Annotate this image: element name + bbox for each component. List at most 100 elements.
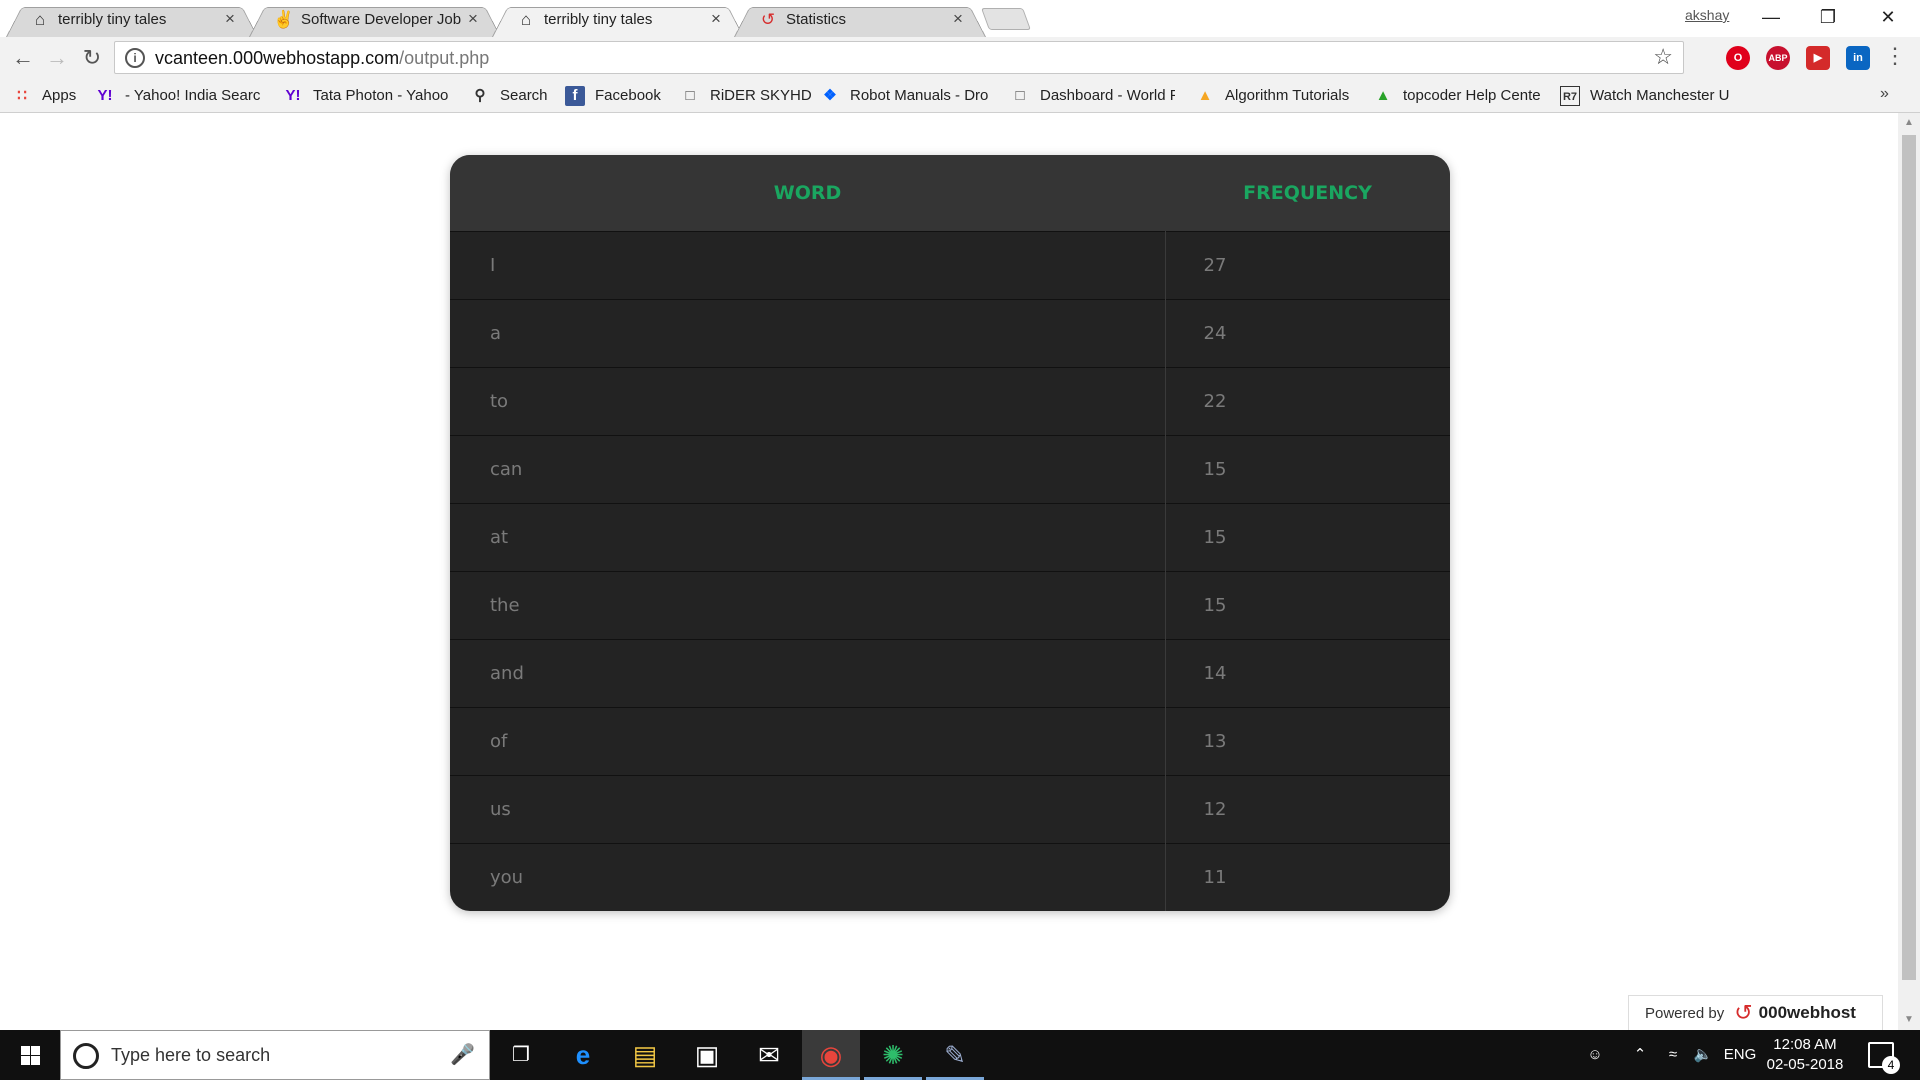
topcoder-icon: ▲ bbox=[1197, 86, 1213, 104]
scrollbar-thumb[interactable] bbox=[1902, 135, 1916, 980]
frequency-cell: 14 bbox=[1165, 638, 1450, 707]
scroll-up-arrow-icon[interactable]: ▲ bbox=[1898, 113, 1920, 133]
table-row: us 12 bbox=[450, 774, 1450, 843]
topcoder-icon: ▲ bbox=[1375, 86, 1391, 104]
bookmark-label: RiDER SKYHD bbox=[710, 87, 812, 104]
page-icon: □ bbox=[685, 86, 695, 104]
bookmark-robot-manuals[interactable]: ❖ Robot Manuals - Dro bbox=[820, 79, 995, 112]
scroll-down-arrow-icon[interactable]: ▼ bbox=[1898, 1010, 1920, 1030]
vertical-scrollbar[interactable]: ▲ ▼ bbox=[1898, 113, 1920, 1030]
volume-icon[interactable]: 🔈 bbox=[1688, 1030, 1718, 1080]
bookmark-topcoder-help[interactable]: ▲ topcoder Help Cente bbox=[1373, 79, 1548, 112]
word-cell: the bbox=[450, 570, 1166, 639]
bookmark-label: topcoder Help Cente bbox=[1403, 87, 1541, 104]
sync-app-icon[interactable]: ✺ bbox=[864, 1030, 922, 1080]
word-cell: to bbox=[450, 366, 1166, 435]
bookmark-search[interactable]: ⚲ Search bbox=[470, 79, 560, 112]
mail-icon[interactable]: ✉ bbox=[740, 1030, 798, 1080]
people-icon[interactable]: ☺ bbox=[1580, 1030, 1610, 1080]
word-cell: us bbox=[450, 774, 1166, 843]
language-indicator[interactable]: ENG bbox=[1720, 1030, 1760, 1080]
edge-icon[interactable]: e bbox=[554, 1030, 612, 1080]
bookmark-star-icon[interactable]: ☆ bbox=[1653, 44, 1673, 70]
r7-icon: R7 bbox=[1560, 85, 1580, 106]
store-icon[interactable]: ▣ bbox=[678, 1030, 736, 1080]
bookmark-apps[interactable]: ∷ Apps bbox=[12, 79, 92, 112]
show-hidden-icons-icon[interactable]: ⌃ bbox=[1625, 1030, 1655, 1080]
reload-icon[interactable]: ↻ bbox=[77, 43, 107, 73]
tab-1[interactable]: ⌂ terribly tiny tales × bbox=[6, 2, 258, 37]
more-menu-icon[interactable]: ⋮ bbox=[1884, 43, 1906, 69]
bookmark-label: Tata Photon - Yahoo bbox=[313, 87, 448, 104]
home-icon: ⌂ bbox=[520, 10, 532, 29]
tab-3-active[interactable]: ⌂ terribly tiny tales × bbox=[492, 2, 744, 37]
bookmark-watch-manchester[interactable]: R7 Watch Manchester U bbox=[1560, 79, 1735, 112]
word-cell: you bbox=[450, 842, 1166, 911]
bookmark-rider-skyhd[interactable]: □ RiDER SKYHD bbox=[680, 79, 815, 112]
bookmark-label: Algorithm Tutorials bbox=[1225, 87, 1350, 104]
paint-icon[interactable]: ✎ bbox=[926, 1030, 984, 1080]
word-cell: can bbox=[450, 434, 1166, 503]
table-row: the 15 bbox=[450, 570, 1450, 639]
yahoo-icon: Y! bbox=[285, 86, 301, 104]
bookmarks-overflow-icon[interactable]: » bbox=[1880, 85, 1889, 103]
yahoo-icon: Y! bbox=[97, 86, 113, 104]
chrome-icon[interactable]: ◉ bbox=[802, 1030, 860, 1080]
page-content: WORD FREQUENCY I 27 a 24 to 22 can 15 at… bbox=[0, 113, 1898, 1030]
powered-by-brand: 000webhost bbox=[1758, 1003, 1856, 1022]
search-placeholder: Type here to search bbox=[111, 1045, 271, 1065]
tab-title: terribly tiny tales bbox=[544, 11, 653, 28]
powered-by-badge[interactable]: Powered by ↺ 000webhost bbox=[1628, 995, 1883, 1030]
dropbox-icon: ❖ bbox=[823, 86, 837, 104]
bookmark-tata-photon[interactable]: Y! Tata Photon - Yahoo bbox=[283, 79, 453, 112]
back-arrow-icon[interactable]: ← bbox=[8, 43, 38, 73]
minimize-button[interactable]: — bbox=[1743, 0, 1799, 35]
new-tab-button[interactable] bbox=[980, 8, 1032, 30]
table-row: at 15 bbox=[450, 502, 1450, 571]
clock-time: 12:08 AM bbox=[1773, 1036, 1837, 1053]
notification-count: 4 bbox=[1882, 1056, 1900, 1074]
start-button[interactable] bbox=[0, 1030, 60, 1080]
clock[interactable]: 12:08 AM 02-05-2018 bbox=[1760, 1035, 1850, 1075]
word-column-header: WORD bbox=[450, 155, 1165, 231]
bookmark-algorithm-tutorials[interactable]: ▲ Algorithm Tutorials bbox=[1195, 79, 1365, 112]
task-view-icon[interactable]: ❐ bbox=[492, 1030, 550, 1080]
close-icon[interactable]: × bbox=[463, 8, 483, 30]
close-icon[interactable]: × bbox=[706, 8, 726, 30]
url-path: /output.php bbox=[399, 48, 490, 68]
media-extension-icon[interactable]: ▶ bbox=[1806, 46, 1830, 70]
info-icon[interactable]: i bbox=[125, 48, 145, 68]
table-row: of 13 bbox=[450, 706, 1450, 775]
file-explorer-icon[interactable]: ▤ bbox=[616, 1030, 674, 1080]
bookmark-dashboard[interactable]: □ Dashboard - World F bbox=[1010, 79, 1180, 112]
powered-by-label: Powered by bbox=[1645, 1004, 1725, 1022]
restore-button[interactable]: ❐ bbox=[1800, 0, 1856, 35]
close-window-button[interactable]: ✕ bbox=[1860, 0, 1916, 35]
microphone-icon[interactable]: 🎤 bbox=[450, 1042, 475, 1067]
close-icon[interactable]: × bbox=[220, 8, 240, 30]
tab-strip: ⌂ terribly tiny tales × ✌ Software Devel… bbox=[0, 0, 1920, 37]
frequency-table-card: WORD FREQUENCY I 27 a 24 to 22 can 15 at… bbox=[450, 155, 1450, 911]
home-icon: ⌂ bbox=[34, 10, 46, 29]
close-icon[interactable]: × bbox=[948, 8, 968, 30]
forward-arrow-icon[interactable]: → bbox=[42, 43, 72, 73]
tab-4[interactable]: ↺ Statistics × bbox=[734, 2, 986, 37]
opera-extension-icon[interactable]: O bbox=[1726, 46, 1750, 70]
bookmark-label: - Yahoo! India Searc bbox=[125, 87, 260, 104]
bookmarks-bar: ∷ Apps Y! - Yahoo! India Searc Y! Tata P… bbox=[0, 79, 1920, 113]
url-host: vcanteen.000webhostapp.com bbox=[155, 48, 400, 68]
wifi-icon[interactable]: ≈ bbox=[1658, 1030, 1688, 1080]
bookmark-facebook[interactable]: f Facebook bbox=[565, 79, 675, 112]
frequency-cell: 15 bbox=[1165, 570, 1450, 639]
table-row: you 11 bbox=[450, 842, 1450, 911]
linkedin-icon[interactable]: in bbox=[1846, 46, 1870, 70]
notifications-icon[interactable]: 4 bbox=[1868, 1042, 1900, 1074]
windows-logo-icon bbox=[21, 1046, 40, 1065]
taskbar-search-box[interactable]: Type here to search 🎤 bbox=[60, 1030, 490, 1080]
address-bar[interactable]: i vcanteen.000webhostapp.com/output.php … bbox=[114, 41, 1684, 74]
tab-2[interactable]: ✌ Software Developer Job a × bbox=[249, 2, 501, 37]
bookmark-yahoo-india[interactable]: Y! - Yahoo! India Searc bbox=[95, 79, 270, 112]
adblock-plus-icon[interactable]: ABP bbox=[1766, 46, 1790, 70]
url-text[interactable]: vcanteen.000webhostapp.com/output.php bbox=[155, 48, 489, 69]
profile-name[interactable]: akshay bbox=[1685, 7, 1729, 23]
